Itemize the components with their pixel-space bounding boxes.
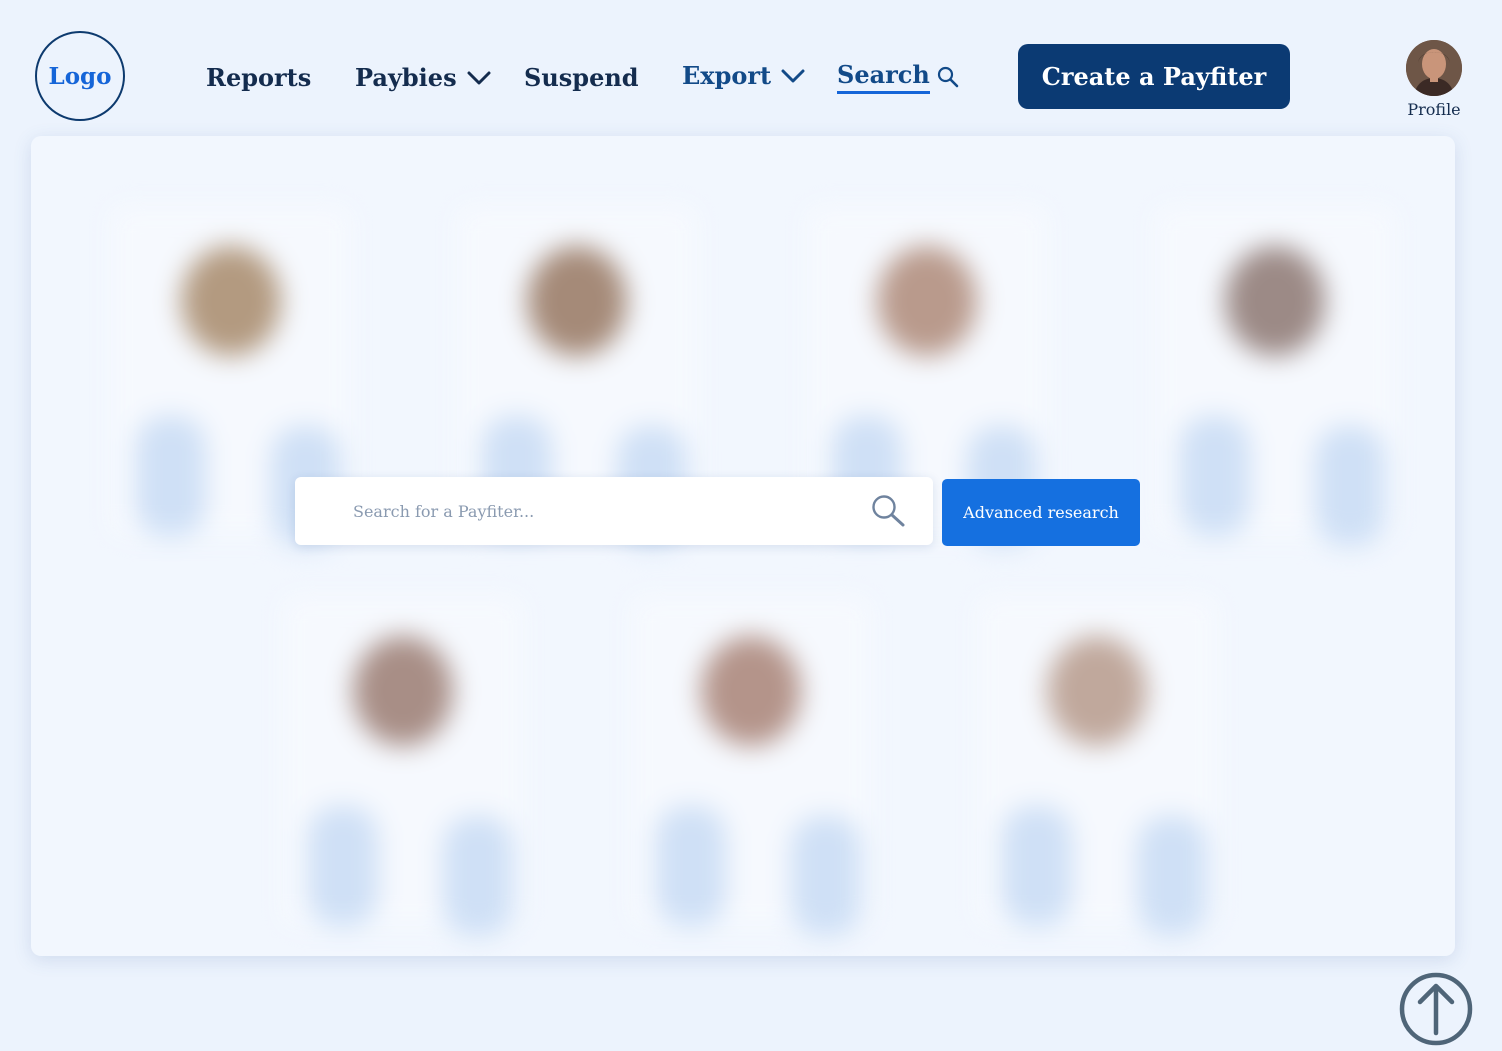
blurred-results-background <box>31 136 1455 956</box>
nav-reports-label: Reports <box>206 63 312 92</box>
nav-export[interactable]: Export <box>682 58 805 94</box>
chevron-down-icon <box>467 70 491 86</box>
results-panel <box>31 136 1455 956</box>
search-input[interactable] <box>353 477 853 545</box>
profile-menu[interactable]: Profile <box>1400 40 1468 119</box>
avatar[interactable] <box>1406 40 1462 96</box>
blurred-payfiter-card <box>253 566 553 936</box>
chevron-down-icon <box>781 68 805 84</box>
advanced-research-button[interactable]: Advanced research <box>942 479 1140 546</box>
search-bar <box>295 477 933 545</box>
blurred-payfiter-card <box>601 566 901 936</box>
search-icon[interactable] <box>869 493 909 529</box>
nav-search-label: Search <box>837 60 930 94</box>
search-icon <box>936 65 960 89</box>
create-payfiter-button[interactable]: Create a Payfiter <box>1018 44 1290 109</box>
nav-paybies-label: Paybies <box>355 63 457 92</box>
profile-label: Profile <box>1407 100 1461 119</box>
logo[interactable]: Logo <box>35 31 125 121</box>
nav-suspend[interactable]: Suspend <box>524 60 639 96</box>
logo-label: Logo <box>48 62 112 90</box>
nav-reports[interactable]: Reports <box>206 60 311 96</box>
arrow-up-circle-icon[interactable] <box>1398 971 1474 1047</box>
nav-export-label: Export <box>682 61 772 90</box>
nav-search[interactable]: Search <box>837 60 960 94</box>
blurred-payfiter-card <box>1125 176 1425 546</box>
nav-paybies[interactable]: Paybies <box>355 60 491 96</box>
nav-suspend-label: Suspend <box>524 63 639 92</box>
blurred-payfiter-card <box>947 566 1247 936</box>
